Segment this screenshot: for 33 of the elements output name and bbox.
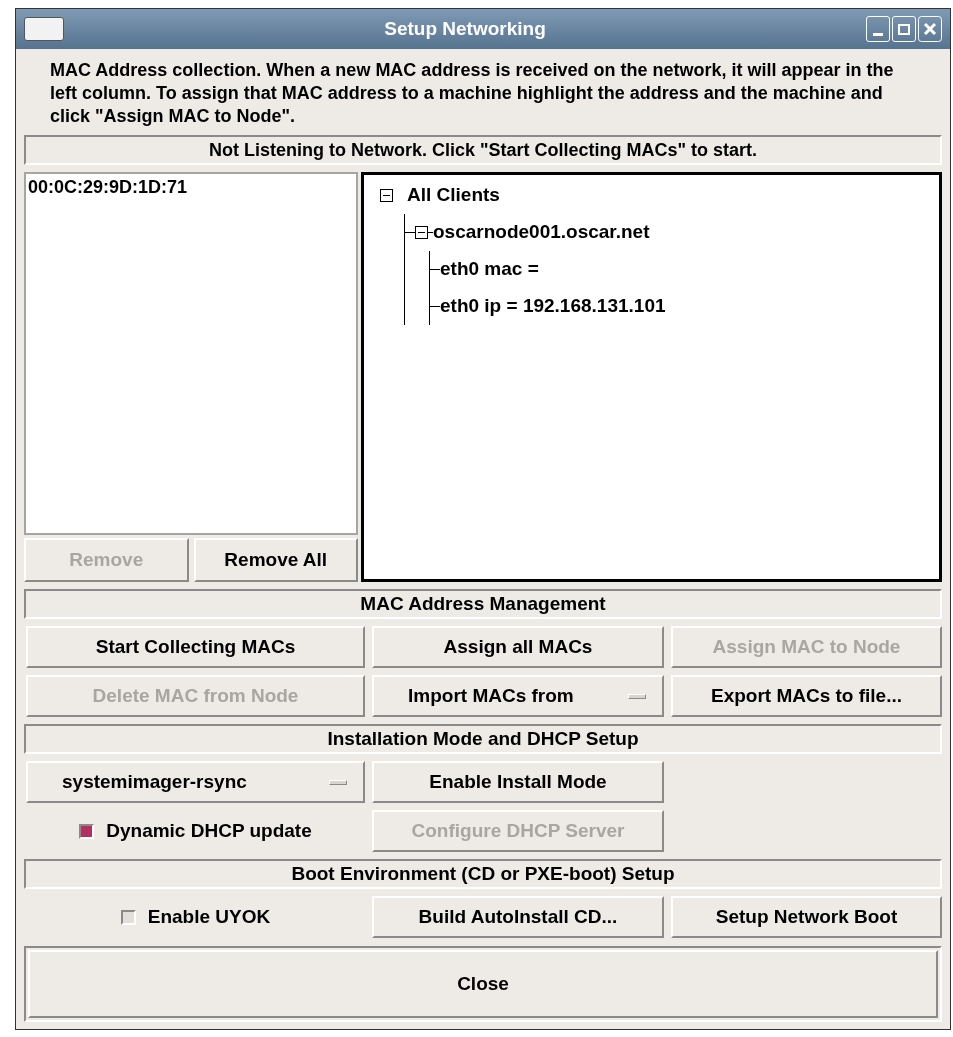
action-button[interactable]: Enable Install Mode bbox=[372, 761, 664, 803]
checkbox[interactable]: Dynamic DHCP update bbox=[26, 810, 365, 852]
action-button[interactable]: Export MACs to file... bbox=[671, 675, 942, 717]
close-button[interactable]: Close bbox=[28, 950, 938, 1018]
section-header: Installation Mode and DHCP Setup bbox=[24, 724, 942, 754]
window-title: Setup Networking bbox=[383, 16, 547, 41]
action-button[interactable]: Start Collecting MACs bbox=[26, 626, 365, 668]
window-menu-icon[interactable] bbox=[24, 17, 64, 41]
option-menu[interactable]: systemimager-rsync bbox=[26, 761, 365, 803]
list-button[interactable]: Remove All bbox=[193, 538, 358, 582]
tree-node[interactable]: eth0 mac = bbox=[440, 255, 539, 284]
collapse-icon[interactable] bbox=[380, 189, 393, 202]
minimize-icon[interactable] bbox=[866, 16, 890, 42]
option-menu[interactable]: Import MACs from bbox=[372, 675, 664, 717]
collapse-icon[interactable] bbox=[415, 226, 428, 239]
checkbox-indicator[interactable] bbox=[120, 909, 136, 925]
dropdown-indicator-icon bbox=[329, 779, 347, 785]
tree-node[interactable]: oscarnode001.oscar.net bbox=[433, 218, 650, 247]
close-icon[interactable] bbox=[918, 16, 942, 42]
mac-list-item[interactable]: 00:0C:29:9D:1D:71 bbox=[26, 174, 356, 201]
action-button[interactable]: Assign all MACs bbox=[372, 626, 664, 668]
action-button[interactable]: Build AutoInstall CD... bbox=[372, 896, 664, 938]
checkbox-indicator[interactable] bbox=[79, 823, 95, 839]
section-header: MAC Address Management bbox=[24, 589, 942, 619]
section-header: Boot Environment (CD or PXE-boot) Setup bbox=[24, 859, 942, 889]
dropdown-indicator-icon bbox=[628, 693, 646, 699]
tree-node[interactable]: eth0 ip = 192.168.131.101 bbox=[440, 292, 666, 321]
checkbox[interactable]: Enable UYOK bbox=[26, 896, 365, 938]
description-text: MAC Address collection. When a new MAC address is received on the network, it will appear in the left column. To assign that MAC address to a machine highlight the address and the machine and click "Assign MAC to Node". bbox=[49, 59, 895, 128]
action-button[interactable]: Setup Network Boot bbox=[671, 896, 942, 938]
status-bar: Not Listening to Network. Click "Start Collecting MACs" to start. bbox=[24, 135, 942, 165]
maximize-icon[interactable] bbox=[892, 16, 916, 42]
tree-node[interactable]: All Clients bbox=[407, 181, 500, 210]
